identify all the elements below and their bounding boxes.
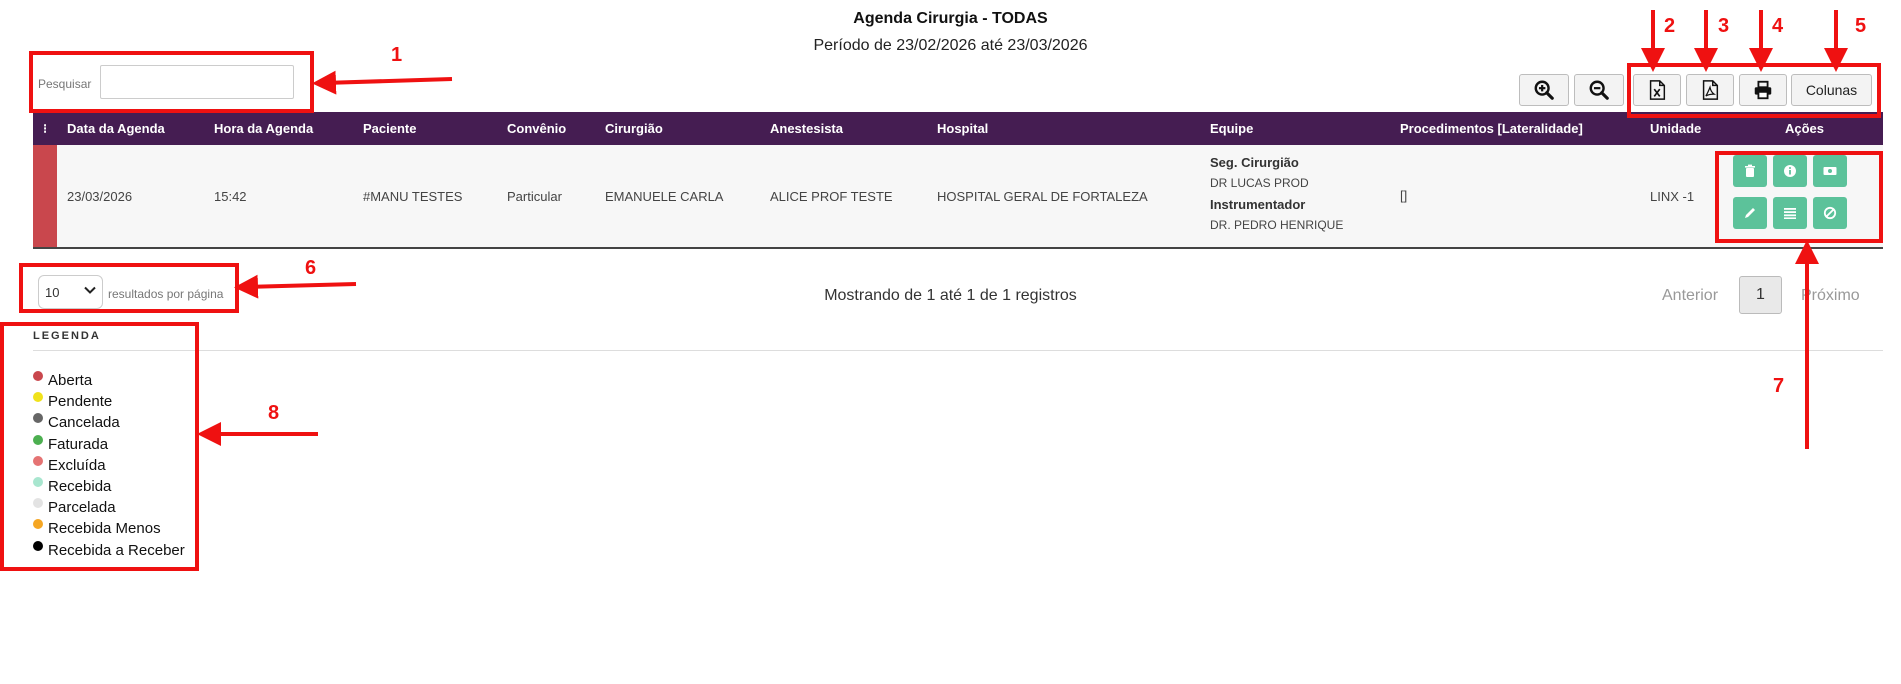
surgery-table: ⁝ Data da Agenda Hora da Agenda Paciente… bbox=[33, 112, 1883, 249]
annotation-box-page-size bbox=[19, 263, 239, 313]
column-header-date[interactable]: Data da Agenda bbox=[67, 121, 165, 136]
annotation-box-search bbox=[29, 51, 314, 113]
column-header-procedures[interactable]: Procedimentos [Lateralidade] bbox=[1400, 121, 1583, 136]
zoom-in-button[interactable] bbox=[1519, 74, 1569, 106]
cell-time: 15:42 bbox=[214, 189, 247, 204]
annotation-box-export bbox=[1627, 63, 1881, 118]
table-header: ⁝ Data da Agenda Hora da Agenda Paciente… bbox=[33, 112, 1883, 145]
column-header-anesthetist[interactable]: Anestesista bbox=[770, 121, 843, 136]
column-header-actions: Ações bbox=[1785, 121, 1825, 136]
cell-anesthetist: ALICE PROF TESTE bbox=[770, 189, 893, 204]
column-header-patient[interactable]: Paciente bbox=[363, 121, 416, 136]
cell-hospital: HOSPITAL GERAL DE FORTALEZA bbox=[937, 189, 1148, 204]
column-header-hospital[interactable]: Hospital bbox=[937, 121, 988, 136]
annotation-box-legend bbox=[0, 322, 199, 571]
annotation-number: 3 bbox=[1718, 15, 1730, 37]
legend-divider bbox=[33, 350, 1883, 351]
column-header-unit[interactable]: Unidade bbox=[1650, 121, 1701, 136]
cell-patient: #MANU TESTES bbox=[363, 189, 463, 204]
status-color-strip bbox=[33, 145, 57, 247]
zoom-out-button[interactable] bbox=[1574, 74, 1624, 106]
column-header-surgeon[interactable]: Cirurgião bbox=[605, 121, 663, 136]
annotation-number: 5 bbox=[1855, 15, 1867, 37]
previous-page-link[interactable]: Anterior bbox=[1662, 287, 1718, 305]
annotation-box-actions bbox=[1715, 151, 1883, 243]
team-role: Instrumentador bbox=[1210, 197, 1306, 212]
annotation-number: 2 bbox=[1664, 15, 1676, 37]
zoom-in-icon bbox=[1534, 80, 1554, 100]
zoom-out-icon bbox=[1589, 80, 1609, 100]
cell-unit: LINX -1 bbox=[1650, 189, 1695, 204]
column-drag-handle[interactable]: ⁝ bbox=[43, 121, 47, 137]
annotation-number: 6 bbox=[305, 257, 317, 279]
team-role: Seg. Cirurgião bbox=[1210, 155, 1299, 170]
column-header-time[interactable]: Hora da Agenda bbox=[214, 121, 313, 136]
annotation-number: 1 bbox=[391, 44, 403, 66]
team-member: DR LUCAS PROD bbox=[1210, 176, 1309, 190]
table-row[interactable]: 23/03/2026 15:42 #MANU TESTES Particular… bbox=[33, 145, 1883, 249]
annotation-number: 8 bbox=[268, 402, 280, 424]
records-info: Mostrando de 1 até 1 de 1 registros bbox=[824, 287, 1077, 304]
cell-insurance: Particular bbox=[507, 189, 562, 204]
report-title: Agenda Cirurgia - TODAS bbox=[853, 10, 1048, 27]
cell-surgeon: EMANUELE CARLA bbox=[605, 189, 724, 204]
current-page-button[interactable]: 1 bbox=[1739, 276, 1782, 314]
cell-procedures: [] bbox=[1400, 188, 1408, 203]
team-member: DR. PEDRO HENRIQUE bbox=[1210, 218, 1344, 232]
column-header-insurance[interactable]: Convênio bbox=[507, 121, 566, 136]
annotation-number: 4 bbox=[1772, 15, 1784, 37]
column-header-team[interactable]: Equipe bbox=[1210, 121, 1253, 136]
next-page-link[interactable]: Próximo bbox=[1801, 287, 1860, 305]
annotation-number: 7 bbox=[1773, 375, 1785, 397]
cell-date: 23/03/2026 bbox=[67, 189, 133, 204]
